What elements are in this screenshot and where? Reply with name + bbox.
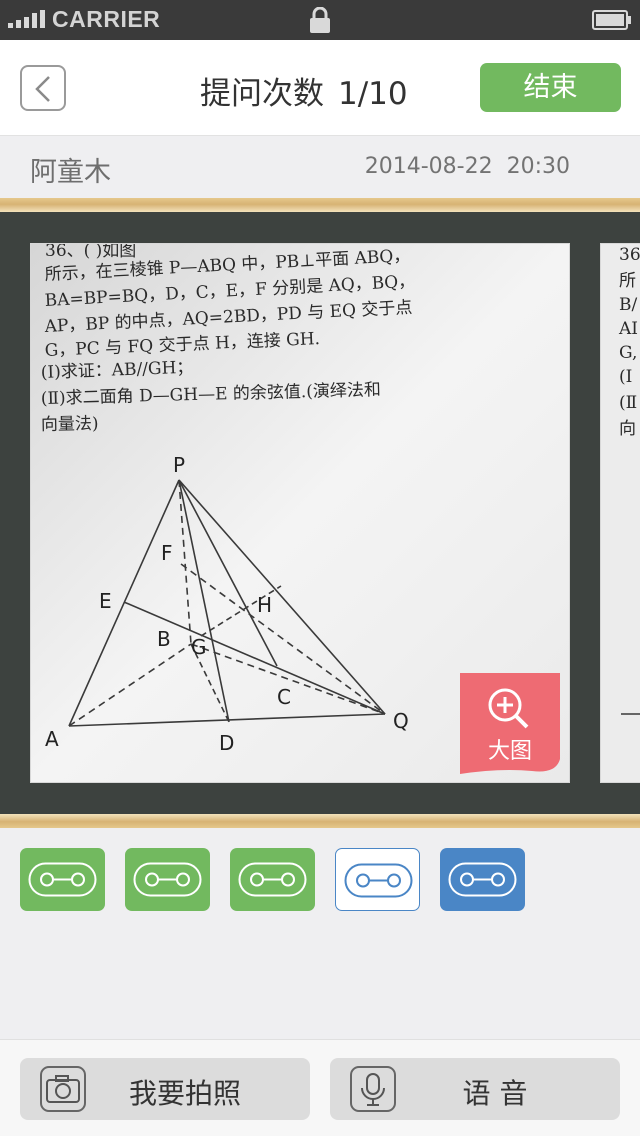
label-q: Q [393, 709, 409, 733]
label-f: F [161, 541, 173, 565]
label-g: G [191, 635, 207, 659]
next-line-7: (Ⅱ [619, 393, 637, 413]
microphone-icon [350, 1066, 396, 1112]
voice-label: 语 音 [462, 1077, 528, 1110]
next-line-1: 36 [619, 245, 640, 265]
status-bar: CARRIER [0, 0, 640, 40]
next-line-8: 向 [619, 419, 636, 439]
label-a: A [45, 727, 59, 751]
end-button[interactable]: 结束 [480, 63, 621, 112]
question-thumb-3[interactable] [230, 848, 315, 911]
camera-icon [40, 1066, 86, 1112]
carrier-label: CARRIER [52, 6, 161, 32]
board-frame-top [0, 198, 640, 212]
question-thumbnails [0, 828, 640, 1038]
next-line-6: (Ⅰ [619, 367, 632, 387]
cassette-icon [133, 862, 202, 897]
next-line-2: 所 [619, 271, 636, 291]
title-text: 提问次数 [200, 76, 324, 112]
photo-board[interactable]: 36、( )如图 所示，在三棱锥 P—ABQ 中，PB⊥平面 ABQ， BA=B… [0, 212, 640, 814]
label-p: P [173, 453, 185, 477]
question-thumb-4[interactable] [335, 848, 420, 911]
problem-line-1: 36、( )如图 [45, 244, 136, 261]
next-line-3: B/ [619, 295, 637, 315]
bottom-bar: 我要拍照 语 音 [0, 1039, 640, 1136]
cassette-icon [448, 862, 517, 897]
zoom-label: 大图 [487, 739, 532, 764]
next-line-5: G, [619, 343, 637, 363]
signal-icon [8, 10, 45, 28]
take-photo-label: 我要拍照 [128, 1077, 241, 1110]
zoom-button[interactable]: 大图 [460, 673, 560, 774]
lock-icon [310, 7, 330, 33]
problem-line-8: 向量法) [41, 414, 99, 435]
timestamp: 2014-08-22 20:30 [365, 154, 570, 179]
date-text: 2014-08-22 [364, 154, 493, 179]
time-text: 20:30 [506, 154, 570, 179]
next-question-photo[interactable]: 36 所 B/ AI G, (Ⅰ (Ⅱ 向 [600, 243, 640, 783]
voice-button[interactable]: 语 音 [330, 1058, 620, 1120]
info-row: 阿童木 2014-08-22 20:30 [0, 137, 640, 199]
student-name: 阿童木 [30, 157, 111, 188]
question-thumb-5[interactable] [440, 848, 525, 911]
label-h: H [257, 593, 272, 617]
next-line-4: AI [618, 319, 638, 339]
label-d: D [219, 731, 234, 755]
chevron-left-icon [35, 76, 50, 102]
question-counter: 1/10 [338, 76, 408, 112]
cassette-icon [344, 863, 413, 898]
board-frame-bottom [0, 814, 640, 828]
label-c: C [277, 685, 291, 709]
cassette-icon [238, 862, 307, 897]
battery-icon [592, 10, 631, 30]
cassette-icon [28, 862, 97, 897]
question-thumb-2[interactable] [125, 848, 210, 911]
page-title: 提问次数 1/10 [200, 68, 450, 113]
take-photo-button[interactable]: 我要拍照 [20, 1058, 310, 1120]
question-thumb-1[interactable] [20, 848, 105, 911]
nav-bar: 提问次数 1/10 结束 [0, 40, 640, 136]
back-button[interactable] [20, 65, 66, 111]
label-e: E [99, 589, 112, 613]
label-b: B [157, 627, 171, 651]
next-photo-content: 36 所 B/ AI G, (Ⅰ (Ⅱ 向 [601, 244, 640, 782]
